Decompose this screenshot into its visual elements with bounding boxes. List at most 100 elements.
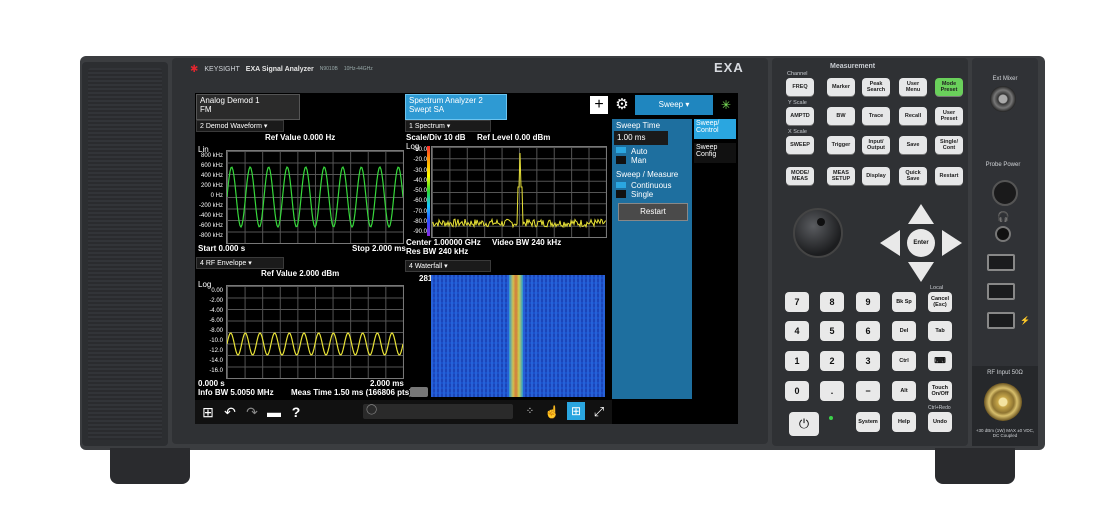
alt-key[interactable]: Alt — [892, 381, 916, 401]
key-1[interactable]: 1 — [785, 351, 809, 371]
sweep-key[interactable]: SWEEP — [786, 136, 814, 154]
demod-waveform-dropdown[interactable]: 2 Demod Waveform ▾ — [196, 120, 284, 132]
sweep-time-field[interactable]: 1.00 ms — [614, 131, 668, 145]
system-key[interactable]: System — [856, 412, 880, 432]
key-0[interactable]: 0 — [785, 381, 809, 401]
arrow-down-icon[interactable] — [908, 262, 934, 282]
touch-icon[interactable]: ☝ — [543, 403, 561, 421]
mode-preset-key[interactable]: Mode Preset — [935, 78, 963, 96]
spectrum-center: Center 1.00000 GHz — [406, 238, 481, 247]
tab-sweep-config[interactable]: Sweep Config — [694, 143, 736, 163]
key-7[interactable]: 7 — [785, 292, 809, 312]
measurement-label: Measurement — [830, 63, 876, 70]
key-6[interactable]: 6 — [856, 321, 880, 341]
single-label: Single — [631, 190, 654, 199]
touch-key[interactable]: Touch On/Off — [928, 381, 952, 401]
continuous-radio[interactable] — [616, 182, 626, 188]
ctrl-key[interactable]: Ctrl — [892, 351, 916, 371]
input-output-key[interactable]: Input/ Output — [862, 136, 890, 154]
trace-key[interactable]: Trace — [862, 107, 890, 125]
spectrum-trace — [432, 152, 606, 229]
keyboard-key[interactable]: ⌨ — [928, 351, 952, 371]
arrow-left-icon[interactable] — [880, 230, 900, 256]
tab-analog-demod[interactable]: Analog Demod 1 FM — [196, 94, 300, 120]
spectrum-plot — [431, 146, 607, 238]
key-dot[interactable]: . — [820, 381, 844, 401]
yscale-label: Y Scale — [788, 100, 807, 106]
mode-meas-key[interactable]: MODE/ MEAS — [786, 167, 814, 185]
del-key[interactable]: Del — [892, 321, 916, 341]
add-icon[interactable]: + — [590, 96, 608, 114]
marker-key[interactable]: Marker — [827, 78, 855, 96]
freq-key[interactable]: FREQ — [786, 78, 814, 96]
waterfall-dropdown[interactable]: 4 Waterfall ▾ — [405, 260, 491, 272]
recall-key[interactable]: Recall — [899, 107, 927, 125]
spectrum-ytick: -60.0 — [413, 198, 427, 205]
left-bottom-ytick: -8.00 — [209, 328, 223, 334]
message-icon: ◯ — [366, 404, 378, 415]
multi-window-icon[interactable]: ⊞ — [567, 402, 585, 420]
auto-radio[interactable] — [616, 147, 626, 153]
windows-icon[interactable]: ⊞ — [199, 403, 217, 421]
single-radio[interactable] — [616, 190, 626, 198]
undo-key[interactable]: Undo — [928, 412, 952, 432]
fullscreen-icon[interactable]: ⤢ — [590, 403, 608, 421]
meas-setup-key[interactable]: MEAS SETUP — [827, 167, 855, 185]
cancel-key[interactable]: Cancel (Esc) — [928, 292, 952, 312]
key-8[interactable]: 8 — [820, 292, 844, 312]
enter-key[interactable]: Enter — [907, 229, 935, 257]
key-2[interactable]: 2 — [820, 351, 844, 371]
rotary-knob[interactable] — [793, 208, 843, 258]
model-name: EXA Signal Analyzer — [245, 65, 314, 73]
arrow-right-icon[interactable] — [942, 230, 962, 256]
gear-icon[interactable]: ⚙ — [613, 96, 631, 114]
key-4[interactable]: 4 — [785, 321, 809, 341]
key-5[interactable]: 5 — [820, 321, 844, 341]
sweep-measure-title: Sweep / Measure — [616, 170, 679, 179]
left-handle — [82, 62, 168, 446]
waterfall-scroll-handle[interactable] — [410, 387, 428, 397]
help-icon[interactable]: ? — [287, 403, 305, 421]
spectrum-ref: Ref Level 0.00 dBm — [477, 133, 551, 142]
amptd-key[interactable]: AMPTD — [786, 107, 814, 125]
left-top-ytick: -200 kHz — [198, 203, 223, 209]
single-cont-key[interactable]: Single/ Cont — [935, 136, 963, 154]
power-button[interactable]: ⏻ — [789, 412, 819, 436]
key-9[interactable]: 9 — [856, 292, 880, 312]
man-radio[interactable] — [616, 156, 626, 164]
key-minus[interactable]: − — [856, 381, 880, 401]
redo-icon[interactable]: ↷ — [243, 403, 261, 421]
left-bottom-ytick: -16.0 — [209, 368, 223, 374]
undo-icon[interactable]: ↶ — [221, 403, 239, 421]
spectrum-dropdown[interactable]: 1 Spectrum ▾ — [405, 120, 491, 132]
tab-sweep-control[interactable]: Sweep/ Control — [694, 119, 736, 139]
restart-button[interactable]: Restart — [618, 203, 688, 221]
tab-key[interactable]: Tab — [928, 321, 952, 341]
folder-icon[interactable]: ▬ — [265, 403, 283, 421]
help-key[interactable]: Help — [892, 412, 916, 432]
sweep-dropdown[interactable]: Sweep ▾ — [635, 95, 713, 115]
user-preset-key[interactable]: User Preset — [935, 107, 963, 125]
arrow-up-icon[interactable] — [908, 204, 934, 224]
restart-key[interactable]: Restart — [935, 167, 963, 185]
redo-label: Ctrl+Redo — [928, 405, 951, 411]
bw-key[interactable]: BW — [827, 107, 855, 125]
left-bottom-start: 0.000 s — [198, 379, 225, 388]
key-3[interactable]: 3 — [856, 351, 880, 371]
display-key[interactable]: Display — [862, 167, 890, 185]
rf-envelope-trace — [227, 332, 403, 356]
backspace-key[interactable]: Bk Sp — [892, 292, 916, 312]
trigger-key[interactable]: Trigger — [827, 136, 855, 154]
spectrum-ytick: -30.0 — [413, 167, 427, 174]
keyboard-icon: ⌨ — [934, 356, 946, 365]
rf-envelope-dropdown[interactable]: 4 RF Envelope ▾ — [196, 257, 284, 269]
demod-waveform-plot — [226, 150, 404, 244]
layout-icon[interactable]: ⁘ — [521, 403, 539, 421]
freq-range: 10Hz-44GHz — [343, 66, 373, 72]
save-key[interactable]: Save — [899, 136, 927, 154]
user-menu-key[interactable]: User Menu — [899, 78, 927, 96]
quick-save-key[interactable]: Quick Save — [899, 167, 927, 185]
tab-spectrum-analyzer[interactable]: Spectrum Analyzer 2 Swept SA — [405, 94, 507, 120]
peak-search-key[interactable]: Peak Search — [862, 78, 890, 96]
left-top-ytick: -600 kHz — [198, 223, 223, 229]
